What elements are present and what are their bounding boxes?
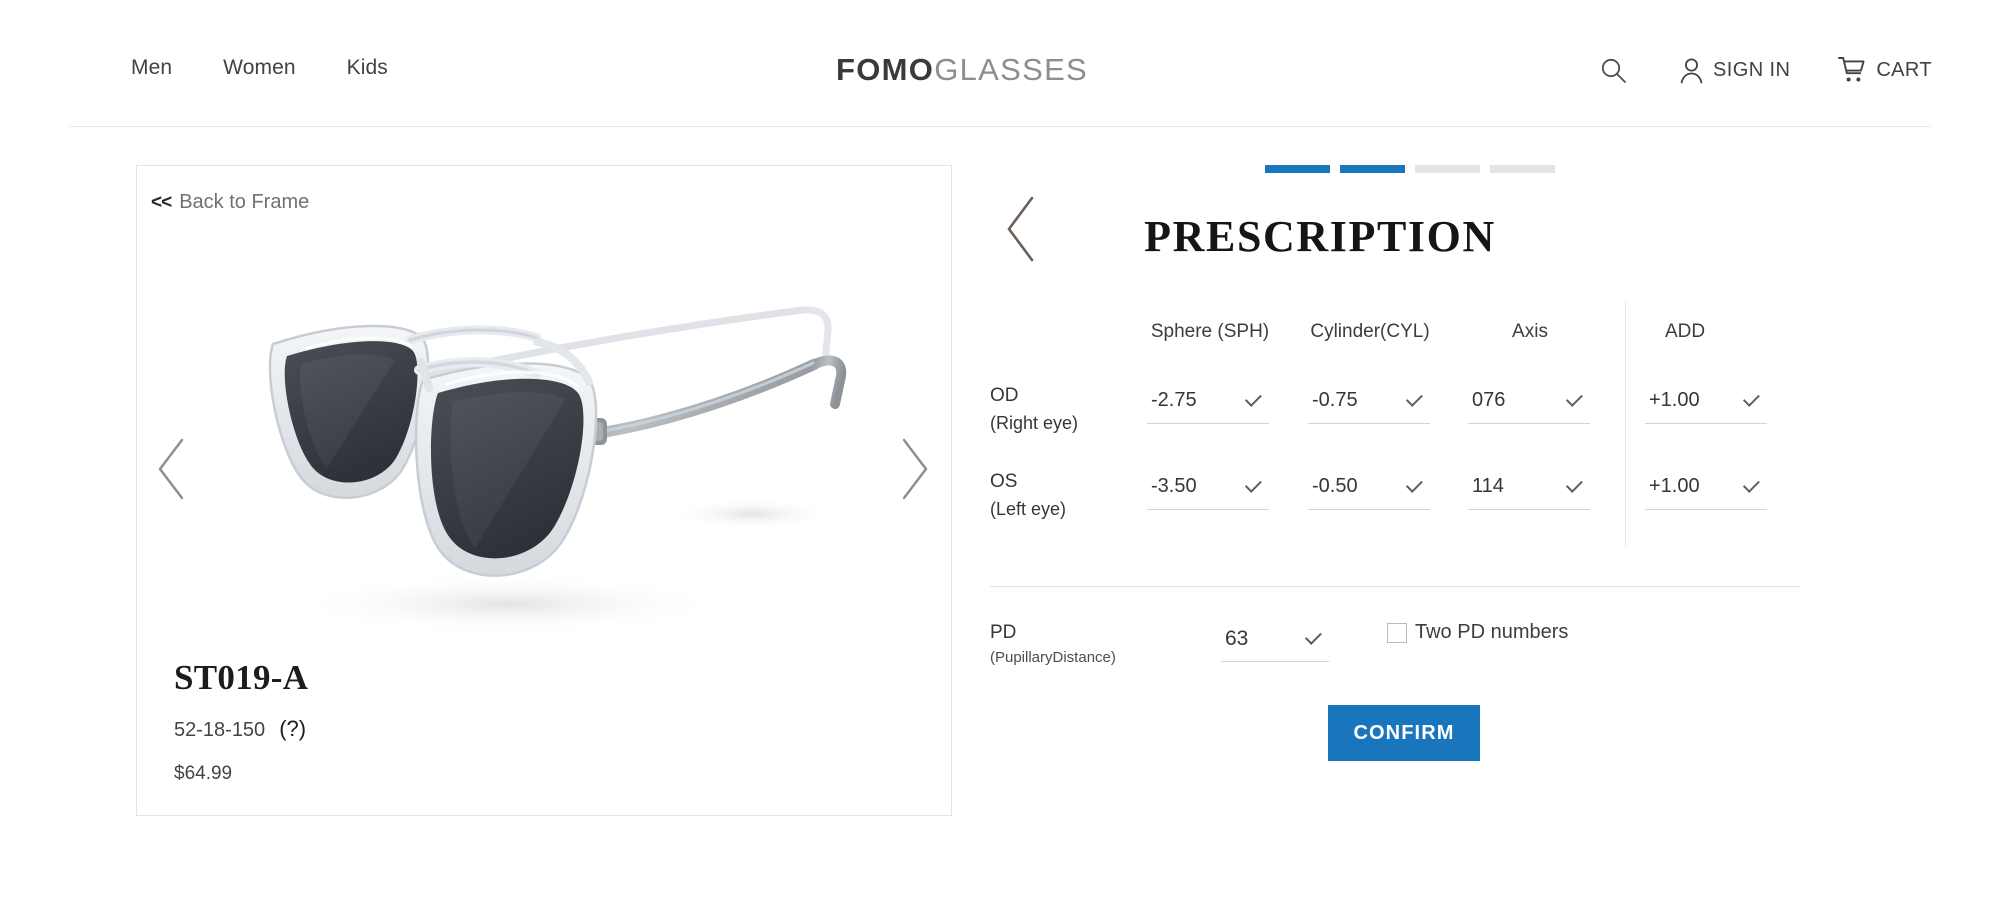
product-image bbox=[207, 252, 883, 686]
chevron-down-icon bbox=[1405, 475, 1423, 493]
table-row: OS (Left eye) -3.50 -0.50 114 +1.00 bbox=[990, 452, 1820, 538]
step-bar-4[interactable] bbox=[1490, 165, 1555, 173]
step-bar-1[interactable] bbox=[1265, 165, 1330, 173]
chevron-down-icon bbox=[1565, 475, 1583, 493]
back-to-frame-link[interactable]: << Back to Frame bbox=[151, 191, 309, 214]
nav-item-women[interactable]: Women bbox=[223, 57, 295, 78]
row-label-od-desc: (Right eye) bbox=[990, 412, 1079, 433]
os-add-select[interactable]: +1.00 bbox=[1645, 464, 1767, 510]
chevron-down-icon bbox=[1244, 389, 1262, 407]
step-progress-indicator bbox=[1265, 165, 1555, 173]
od-axis-value: 076 bbox=[1472, 389, 1506, 411]
two-pd-numbers-label: Two PD numbers bbox=[1415, 621, 1569, 643]
section-divider bbox=[990, 586, 1800, 587]
product-price: $64.99 bbox=[174, 763, 233, 784]
column-header-add: ADD bbox=[1664, 321, 1706, 342]
os-sphere-value: -3.50 bbox=[1151, 475, 1197, 497]
pd-value: 63 bbox=[1225, 626, 1249, 650]
nav-item-kids[interactable]: Kids bbox=[347, 57, 388, 78]
row-label-od: OD (Right eye) bbox=[990, 382, 1078, 436]
product-details: ST019-A 52-18-150 (?) $64.99 bbox=[174, 660, 308, 785]
od-add-select[interactable]: +1.00 bbox=[1645, 378, 1767, 424]
chevron-down-icon bbox=[1304, 627, 1322, 645]
prescription-table: Sphere (SPH) Cylinder(CYL) Axis ADD OD (… bbox=[990, 302, 1820, 547]
od-sphere-select[interactable]: -2.75 bbox=[1147, 378, 1269, 424]
prescription-table-header: Sphere (SPH) Cylinder(CYL) Axis ADD bbox=[990, 322, 1820, 366]
os-add-value: +1.00 bbox=[1649, 475, 1700, 497]
od-cylinder-select[interactable]: -0.75 bbox=[1308, 378, 1430, 424]
pd-label: PD (PupillaryDistance) bbox=[990, 620, 1116, 668]
chevron-down-icon bbox=[1405, 389, 1423, 407]
od-cylinder-value: -0.75 bbox=[1312, 389, 1358, 411]
product-dimensions-value: 52-18-150 bbox=[174, 719, 266, 741]
column-header-cylinder: Cylinder(CYL) bbox=[1310, 321, 1430, 342]
product-image-carousel bbox=[137, 252, 951, 686]
pd-label-main: PD bbox=[990, 622, 1017, 643]
product-dimensions: 52-18-150 (?) bbox=[174, 716, 308, 742]
os-sphere-select[interactable]: -3.50 bbox=[1147, 464, 1269, 510]
double-chevron-left-icon: << bbox=[151, 192, 172, 213]
row-label-os: OS (Left eye) bbox=[990, 468, 1066, 522]
two-pd-numbers-checkbox[interactable]: Two PD numbers bbox=[1387, 621, 1568, 644]
column-header-sphere: Sphere (SPH) bbox=[1150, 321, 1270, 342]
product-card: << Back to Frame ST019-A 52-18-150 (?) $… bbox=[136, 165, 952, 816]
chevron-down-icon bbox=[1565, 389, 1583, 407]
brand-logo-bold: FOMO bbox=[836, 52, 935, 87]
page-title: PRESCRIPTION bbox=[1144, 212, 1496, 261]
chevron-down-icon bbox=[1742, 475, 1760, 493]
checkbox-box[interactable] bbox=[1387, 622, 1407, 643]
os-cylinder-select[interactable]: -0.50 bbox=[1308, 464, 1430, 510]
carousel-next-button[interactable] bbox=[891, 434, 935, 504]
od-add-value: +1.00 bbox=[1649, 389, 1700, 411]
nav-item-men[interactable]: Men bbox=[131, 57, 172, 78]
os-cylinder-value: -0.50 bbox=[1312, 475, 1358, 497]
chevron-down-icon bbox=[1742, 389, 1760, 407]
od-axis-select[interactable]: 076 bbox=[1468, 378, 1590, 424]
back-to-frame-label: Back to Frame bbox=[179, 191, 310, 213]
step-bar-3[interactable] bbox=[1415, 165, 1480, 173]
pd-label-sub: (PupillaryDistance) bbox=[990, 648, 1116, 666]
carousel-prev-button[interactable] bbox=[151, 434, 195, 504]
row-label-os-desc: (Left eye) bbox=[990, 498, 1067, 519]
od-sphere-value: -2.75 bbox=[1151, 389, 1197, 411]
column-header-axis: Axis bbox=[1512, 321, 1548, 342]
product-name: ST019-A bbox=[174, 658, 309, 697]
step-bar-2[interactable] bbox=[1340, 165, 1405, 173]
os-axis-select[interactable]: 114 bbox=[1468, 464, 1590, 510]
row-label-od-code: OD bbox=[990, 385, 1019, 406]
prescription-panel: PRESCRIPTION Sphere (SPH) Cylinder(CYL) … bbox=[990, 0, 2000, 900]
os-axis-value: 114 bbox=[1472, 475, 1504, 497]
table-row: OD (Right eye) -2.75 -0.75 076 +1.00 bbox=[990, 366, 1820, 452]
primary-nav: Men Women Kids bbox=[131, 57, 388, 78]
pupillary-distance-row: PD (PupillaryDistance) 63 Two PD numbers bbox=[990, 616, 1820, 676]
confirm-button[interactable]: CONFIRM bbox=[1328, 705, 1480, 761]
chevron-down-icon bbox=[1244, 475, 1262, 493]
dimensions-help-icon[interactable]: (?) bbox=[279, 716, 306, 742]
row-label-os-code: OS bbox=[990, 471, 1018, 492]
pd-select[interactable]: 63 bbox=[1221, 616, 1329, 662]
